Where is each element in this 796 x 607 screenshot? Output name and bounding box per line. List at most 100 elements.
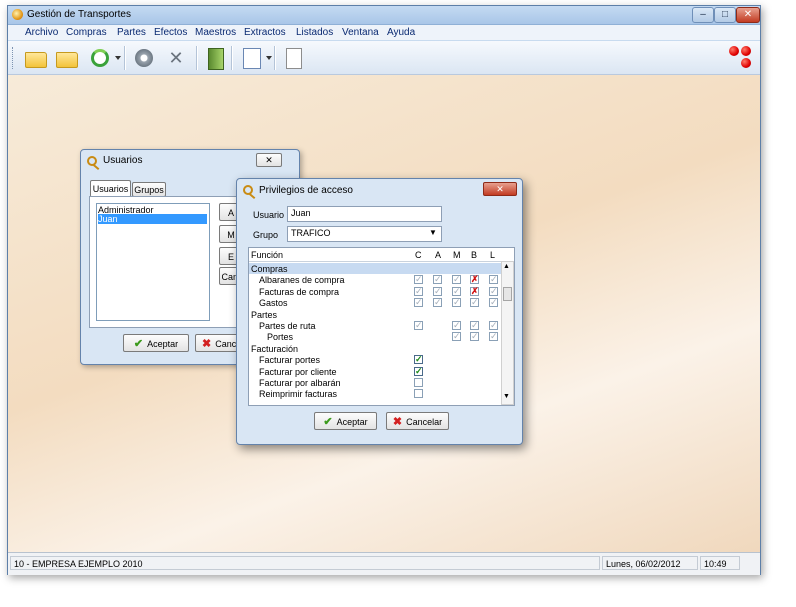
column-header-m: M	[453, 250, 461, 260]
grid-row[interactable]: Albaranes de compra ✓ ✓ ✓ ✗ ✓	[249, 274, 501, 285]
scroll-up-icon[interactable]: ▲	[503, 263, 510, 270]
grid-row[interactable]: Partes de ruta ✓ ✓ ✓ ✓	[249, 320, 501, 331]
checkbox-checked[interactable]: ✓	[470, 321, 479, 330]
chevron-down-icon[interactable]: ▼	[429, 228, 437, 237]
key-icon	[243, 185, 253, 195]
checkbox-checked[interactable]: ✓	[414, 275, 423, 285]
refresh-dropdown-icon[interactable]	[115, 56, 121, 60]
privileges-grid[interactable]: Función C A M B L Compras Albaranes de co…	[248, 247, 515, 406]
checkbox-checked[interactable]: ✓	[414, 355, 423, 365]
checkbox-checked[interactable]: ✓	[452, 332, 461, 342]
grid-row[interactable]: Facturar por cliente ✓	[249, 366, 501, 377]
checkbox-checked[interactable]: ✓	[452, 286, 461, 296]
grupo-select[interactable]: TRAFICO ▼	[287, 226, 442, 242]
tools-icon[interactable]: ✕	[165, 47, 187, 69]
checkbox-unchecked[interactable]	[414, 378, 423, 387]
tab-grupos[interactable]: Grupos	[132, 182, 166, 197]
gear-icon[interactable]	[133, 47, 155, 69]
checkbox-denied[interactable]: ✗	[470, 286, 479, 296]
grid-scrollbar[interactable]: ▲ ▼	[501, 261, 514, 405]
grid-row[interactable]: Facturas de compra ✓ ✓ ✓ ✗ ✓	[249, 286, 501, 297]
check-icon: ✔	[133, 338, 144, 350]
minimize-button[interactable]: –	[692, 7, 714, 23]
menu-efectos[interactable]: Efectos	[154, 27, 187, 38]
checkbox-checked[interactable]: ✓	[452, 275, 461, 285]
checkbox-checked[interactable]: ✓	[433, 286, 442, 296]
checkbox-checked[interactable]: ✓	[489, 321, 498, 330]
usuario-input[interactable]: Juan	[287, 206, 442, 222]
folder-icon[interactable]	[56, 47, 78, 69]
menu-partes[interactable]: Partes	[117, 27, 146, 38]
folder-icon[interactable]	[25, 47, 47, 69]
grid-row[interactable]: Facturar por albarán	[249, 377, 501, 388]
privilegios-cancel-button[interactable]: ✖ Cancelar	[386, 412, 449, 430]
menu-ayuda[interactable]: Ayuda	[387, 27, 415, 38]
grid-row-label: Partes	[251, 309, 278, 320]
checkbox-checked[interactable]: ✓	[414, 366, 423, 376]
checkbox-checked[interactable]: ✓	[414, 286, 423, 296]
grupo-label: Grupo	[253, 230, 279, 240]
checkbox-checked[interactable]: ✓	[414, 298, 423, 308]
document-icon[interactable]	[282, 47, 304, 69]
privilegios-close-button[interactable]: ✕	[483, 182, 517, 196]
logo-dot	[729, 46, 739, 56]
grid-row[interactable]: Reimprimir facturas	[249, 388, 501, 399]
menu-archivo[interactable]: Archivo	[25, 27, 58, 38]
menu-ventana[interactable]: Ventana	[342, 27, 379, 38]
menu-bar: Archivo Compras Partes Efectos Maestros …	[8, 25, 760, 40]
checkbox-checked[interactable]: ✓	[452, 321, 461, 330]
checkbox-checked[interactable]: ✓	[470, 332, 479, 342]
grid-row-label: Albaranes de compra	[259, 275, 345, 286]
search-icon[interactable]	[240, 47, 262, 69]
grid-row[interactable]: Gastos ✓ ✓ ✓ ✓ ✓	[249, 297, 501, 308]
privilegios-ok-label: Aceptar	[336, 417, 368, 427]
maximize-button[interactable]: □	[714, 7, 736, 23]
menu-extractos[interactable]: Extractos	[244, 27, 286, 38]
cancel-icon: ✖	[392, 416, 403, 428]
logo-dot	[741, 58, 751, 68]
check-icon: ✔	[323, 416, 333, 428]
status-company: 10 - EMPRESA EJEMPLO 2010	[10, 556, 600, 570]
grid-row[interactable]: Facturar portes ✓	[249, 354, 501, 365]
checkbox-checked[interactable]: ✓	[452, 298, 461, 308]
checkbox-checked[interactable]: ✓	[414, 321, 423, 330]
users-list[interactable]: Administrador Juan	[96, 203, 210, 321]
checkbox-checked[interactable]: ✓	[489, 286, 498, 296]
search-dropdown-icon[interactable]	[266, 56, 272, 60]
column-header-c: C	[415, 250, 422, 260]
grid-section-row[interactable]: Partes	[249, 309, 501, 320]
grid-row-label: Gastos	[259, 298, 288, 309]
checkbox-denied[interactable]: ✗	[470, 275, 479, 285]
menu-listados[interactable]: Listados	[296, 27, 333, 38]
toolbar-separator	[196, 46, 198, 70]
scroll-down-icon[interactable]: ▼	[503, 393, 510, 400]
usuarios-close-button[interactable]: ✕	[256, 153, 282, 167]
grid-row[interactable]: Portes ✓ ✓ ✓	[249, 331, 501, 342]
checkbox-checked[interactable]: ✓	[489, 275, 498, 285]
scroll-thumb[interactable]	[503, 287, 512, 301]
privilegios-ok-button[interactable]: ✔ Aceptar	[314, 412, 377, 430]
app-icon	[12, 9, 23, 20]
tab-usuarios[interactable]: Usuarios	[90, 180, 131, 197]
grid-section-row[interactable]: Facturación	[249, 343, 501, 354]
checkbox-checked[interactable]: ✓	[470, 298, 479, 308]
status-date: Lunes, 06/02/2012	[602, 556, 698, 570]
close-button[interactable]: ✕	[736, 7, 760, 23]
usuarios-title: Usuarios	[103, 155, 143, 166]
checkbox-checked[interactable]: ✓	[489, 332, 498, 342]
privilegios-cancel-label: Cancelar	[406, 417, 443, 427]
checkbox-checked[interactable]: ✓	[433, 275, 442, 285]
grid-row-label: Facturar por cliente	[259, 366, 337, 377]
menu-compras[interactable]: Compras	[66, 27, 107, 38]
refresh-icon[interactable]	[89, 47, 111, 69]
usuarios-ok-button[interactable]: ✔ Aceptar	[123, 334, 189, 352]
toolbar-grip[interactable]	[12, 47, 15, 69]
list-item[interactable]: Juan	[98, 214, 207, 224]
menu-maestros[interactable]: Maestros	[195, 27, 236, 38]
checkbox-checked[interactable]: ✓	[433, 298, 442, 308]
checkbox-checked[interactable]: ✓	[489, 298, 498, 308]
checkbox-unchecked[interactable]	[414, 389, 423, 399]
exit-icon[interactable]	[204, 47, 226, 70]
grid-section-row[interactable]: Compras	[249, 263, 501, 275]
column-header-l: L	[490, 250, 496, 260]
